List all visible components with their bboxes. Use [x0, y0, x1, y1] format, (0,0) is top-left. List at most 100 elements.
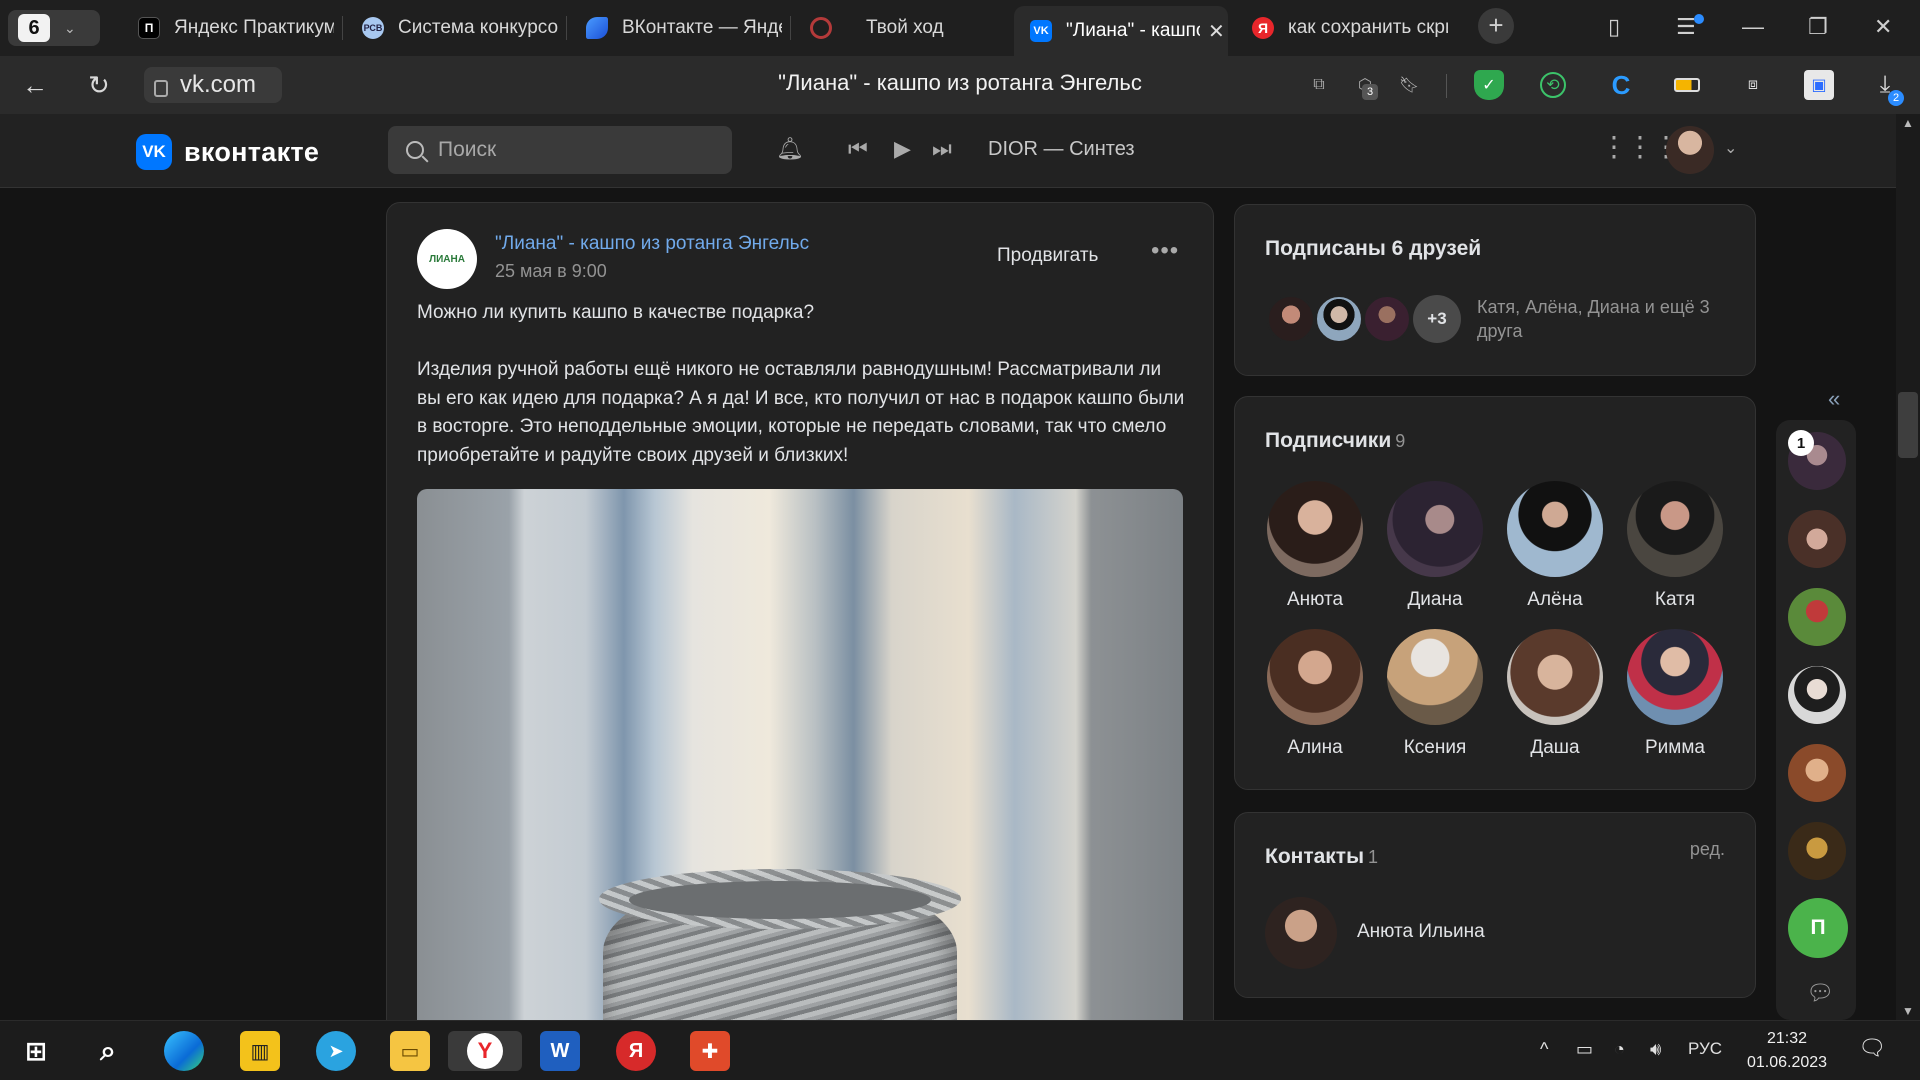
- now-playing-track[interactable]: DIOR — Синтез: [988, 138, 1135, 161]
- chevron-down-icon: ⌄: [64, 19, 76, 36]
- search-input[interactable]: Поиск: [388, 126, 732, 174]
- subscriber-name: Даша: [1530, 737, 1580, 758]
- page-scrollbar[interactable]: ▲ ▼: [1896, 114, 1920, 1020]
- new-tab-plus-icon[interactable]: +: [1478, 8, 1514, 44]
- screenshot-extension-icon[interactable]: ▣: [1804, 70, 1834, 100]
- chat-avatar[interactable]: [1788, 822, 1846, 880]
- tray-chevron-up-icon[interactable]: ^: [1540, 1039, 1548, 1060]
- chat-bubble-icon[interactable]: 💬︎: [1806, 980, 1834, 1006]
- chevron-down-icon[interactable]: ⌄: [1724, 138, 1737, 158]
- scroll-thumb[interactable]: [1898, 392, 1918, 458]
- browser-address-bar: ← ↻ vk.com "Лиана" - кашпо из ротанга Эн…: [0, 56, 1920, 114]
- restore-icon[interactable]: ❐: [1808, 14, 1828, 40]
- play-icon[interactable]: ▶: [894, 136, 911, 162]
- battery-tray-icon[interactable]: ▭: [1576, 1039, 1593, 1060]
- previous-track-icon[interactable]: ⏮: [848, 136, 868, 162]
- friends-subscribed-title[interactable]: Подписаны 6 друзей: [1265, 237, 1481, 261]
- subscribers-count: 9: [1395, 431, 1406, 451]
- chat-avatar[interactable]: [1788, 510, 1846, 568]
- subscriber-item[interactable]: Даша: [1505, 629, 1605, 759]
- yandex-browser-icon: Y: [467, 1033, 503, 1069]
- chat-strip: 1 П 💬︎: [1776, 420, 1856, 1020]
- word-icon[interactable]: W: [540, 1031, 580, 1071]
- vk-logo[interactable]: VK вконтакте: [136, 134, 319, 170]
- wifi-icon[interactable]: ◔: [1614, 1039, 1625, 1060]
- telegram-icon[interactable]: ➤: [316, 1031, 356, 1071]
- friend-avatar[interactable]: [1315, 295, 1363, 343]
- letter-avatar[interactable]: П: [1788, 898, 1848, 958]
- group-logo-text: ЛИАНА: [429, 253, 465, 265]
- subscribers-title[interactable]: Подписчики 9: [1265, 429, 1405, 453]
- yandex-browser-taskbar[interactable]: Y: [448, 1031, 522, 1071]
- contacts-card: Контакты 1 ред. Анюта Ильина: [1234, 812, 1756, 998]
- post-photo[interactable]: [417, 489, 1183, 1061]
- group-name-link[interactable]: "Лиана" - кашпо из ротанга Энгельс: [495, 233, 809, 255]
- tab-liana-active[interactable]: VK "Лиана" - кашпо из ротанга Энгельс ✕: [1014, 6, 1228, 56]
- post-date[interactable]: 25 мая в 9:00: [495, 261, 607, 282]
- collections-icon[interactable]: ⧈: [1738, 70, 1768, 100]
- close-window-icon[interactable]: ✕: [1874, 14, 1892, 40]
- contact-name[interactable]: Анюта Ильина: [1357, 921, 1485, 943]
- scroll-down-icon[interactable]: ▼: [1902, 1004, 1914, 1018]
- shield-icon[interactable]: ✓: [1474, 70, 1504, 100]
- chat-avatar[interactable]: [1788, 588, 1846, 646]
- tab-divider: [342, 16, 343, 40]
- c-extension-icon[interactable]: C: [1606, 70, 1636, 100]
- user-avatar[interactable]: [1666, 126, 1714, 174]
- group-avatar[interactable]: ЛИАНА: [417, 229, 477, 289]
- file-app-icon[interactable]: ▥: [240, 1031, 280, 1071]
- edge-browser-icon[interactable]: [164, 1031, 204, 1071]
- red-app-icon[interactable]: ✚: [690, 1031, 730, 1071]
- chat-avatar[interactable]: [1788, 666, 1846, 724]
- vpn-icon[interactable]: ⟲: [1540, 72, 1566, 98]
- battery-icon[interactable]: [1672, 70, 1702, 100]
- scroll-up-icon[interactable]: ▲: [1902, 116, 1914, 130]
- next-track-icon[interactable]: ⏭: [932, 136, 952, 162]
- copy-link-icon[interactable]: ⧉: [1304, 70, 1334, 100]
- subscriber-item[interactable]: Анюта: [1265, 481, 1365, 611]
- system-clock[interactable]: 21:32 01.06.2023: [1742, 1027, 1832, 1075]
- volume-icon[interactable]: 🔊︎: [1650, 1039, 1661, 1060]
- subscriber-item[interactable]: Римма: [1625, 629, 1725, 759]
- subscriber-name: Диана: [1407, 589, 1463, 610]
- menu-icon[interactable]: ☰: [1676, 14, 1696, 40]
- bookmarks-panel-icon[interactable]: ▯: [1608, 14, 1620, 40]
- tab-count-button[interactable]: 6 ⌄: [8, 10, 100, 46]
- more-friends-count[interactable]: +3: [1413, 295, 1461, 343]
- tab-screenshot-search[interactable]: Я как сохранить скриншот: [1236, 6, 1448, 50]
- contacts-title[interactable]: Контакты 1: [1265, 845, 1378, 869]
- search-placeholder: Поиск: [438, 138, 497, 161]
- search-icon[interactable]: ⌕: [88, 1031, 128, 1071]
- subscriber-item[interactable]: Алёна: [1505, 481, 1605, 611]
- subscriber-item[interactable]: Ксения: [1385, 629, 1485, 759]
- wing-favicon-icon: [586, 17, 608, 39]
- tab-vk-yandex[interactable]: ВКонтакте — Яндекс: [570, 6, 782, 50]
- bookmark-icon[interactable]: 🔖︎: [1394, 70, 1424, 100]
- bell-icon[interactable]: 🔔︎: [776, 136, 804, 162]
- tab-contest-system[interactable]: РСВ Система конкурсов: [346, 6, 558, 50]
- file-explorer-icon[interactable]: ▭: [390, 1031, 430, 1071]
- windows-start-icon[interactable]: ⊞: [16, 1031, 56, 1071]
- promote-button[interactable]: Продвигать: [997, 245, 1098, 267]
- language-indicator[interactable]: РУС: [1688, 1039, 1722, 1059]
- tab-yandex-practicum[interactable]: П Яндекс Практикум: [122, 6, 334, 50]
- subscriber-item[interactable]: Алина: [1265, 629, 1365, 759]
- friend-avatar[interactable]: [1267, 295, 1315, 343]
- friends-note[interactable]: Катя, Алёна, Диана и ещё 3 друга: [1477, 295, 1727, 343]
- tab-tvoy-hod[interactable]: Твой ход: [794, 6, 1006, 50]
- edit-contacts-link[interactable]: ред.: [1690, 839, 1725, 860]
- chat-avatar[interactable]: [1788, 744, 1846, 802]
- collapse-chats-icon[interactable]: «: [1828, 386, 1840, 412]
- friend-avatar[interactable]: [1363, 295, 1411, 343]
- subscriber-avatar: [1627, 481, 1723, 577]
- more-options-icon[interactable]: •••: [1151, 237, 1179, 265]
- close-tab-icon[interactable]: ✕: [1208, 19, 1225, 44]
- subscriber-item[interactable]: Катя: [1625, 481, 1725, 611]
- yandex-app-icon[interactable]: Я: [616, 1031, 656, 1071]
- tab-label: Система конкурсов: [398, 17, 558, 38]
- contact-avatar[interactable]: [1265, 897, 1337, 969]
- notifications-icon[interactable]: 🗨︎: [1858, 1035, 1886, 1061]
- subscriber-item[interactable]: Диана: [1385, 481, 1485, 611]
- contest-favicon-icon: РСВ: [362, 17, 384, 39]
- minimize-icon[interactable]: —: [1742, 14, 1764, 40]
